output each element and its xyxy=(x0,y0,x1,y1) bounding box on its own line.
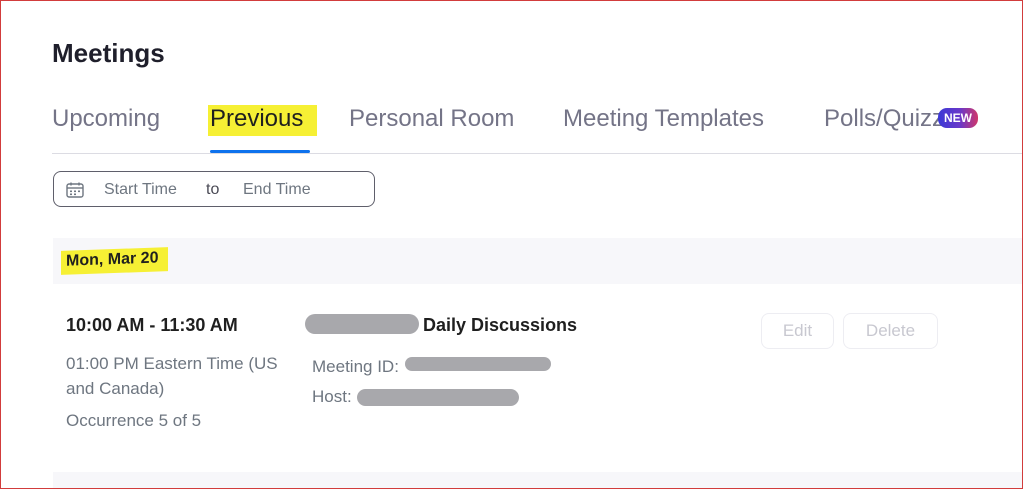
active-tab-indicator xyxy=(210,150,310,153)
edit-button[interactable]: Edit xyxy=(761,313,834,349)
tab-personal-room[interactable]: Personal Room xyxy=(349,105,514,133)
delete-button[interactable]: Delete xyxy=(843,313,938,349)
redacted-host-name xyxy=(357,389,519,406)
page-title: Meetings xyxy=(52,38,165,68)
meeting-timezone: 01:00 PM Eastern Time (US and Canada) xyxy=(66,354,278,398)
end-time-input[interactable]: End Time xyxy=(243,181,311,199)
page-frame: Meetings Upcoming Previous Personal Room… xyxy=(0,0,1023,489)
host-label: Host: xyxy=(312,387,352,406)
day-group-header xyxy=(53,238,1022,284)
tab-bar: Upcoming Previous Personal Room Meeting … xyxy=(52,105,1022,154)
redacted-topic-prefix xyxy=(305,314,419,334)
start-time-input[interactable]: Start Time xyxy=(104,181,177,199)
calendar-icon xyxy=(66,182,84,198)
meeting-occurrence: Occurrence 5 of 5 xyxy=(66,411,202,430)
tab-upcoming[interactable]: Upcoming xyxy=(52,105,160,133)
day-group-label: Mon, Mar 20 xyxy=(61,247,169,275)
meeting-topic-link[interactable]: Daily Discussions xyxy=(423,315,577,336)
tab-previous-label: Previous xyxy=(208,105,318,136)
meeting-time: 10:00 AM - 11:30 AM xyxy=(66,315,238,335)
next-day-group-header xyxy=(53,472,1022,488)
meeting-id-label: Meeting ID: xyxy=(312,357,399,376)
tab-previous[interactable]: Previous xyxy=(208,105,318,136)
date-range-picker[interactable]: Start Time to End Time xyxy=(53,171,375,207)
date-range-separator: to xyxy=(206,181,220,198)
new-badge: NEW xyxy=(938,108,978,128)
redacted-meeting-id xyxy=(405,357,551,371)
tab-meeting-templates[interactable]: Meeting Templates xyxy=(563,105,764,133)
